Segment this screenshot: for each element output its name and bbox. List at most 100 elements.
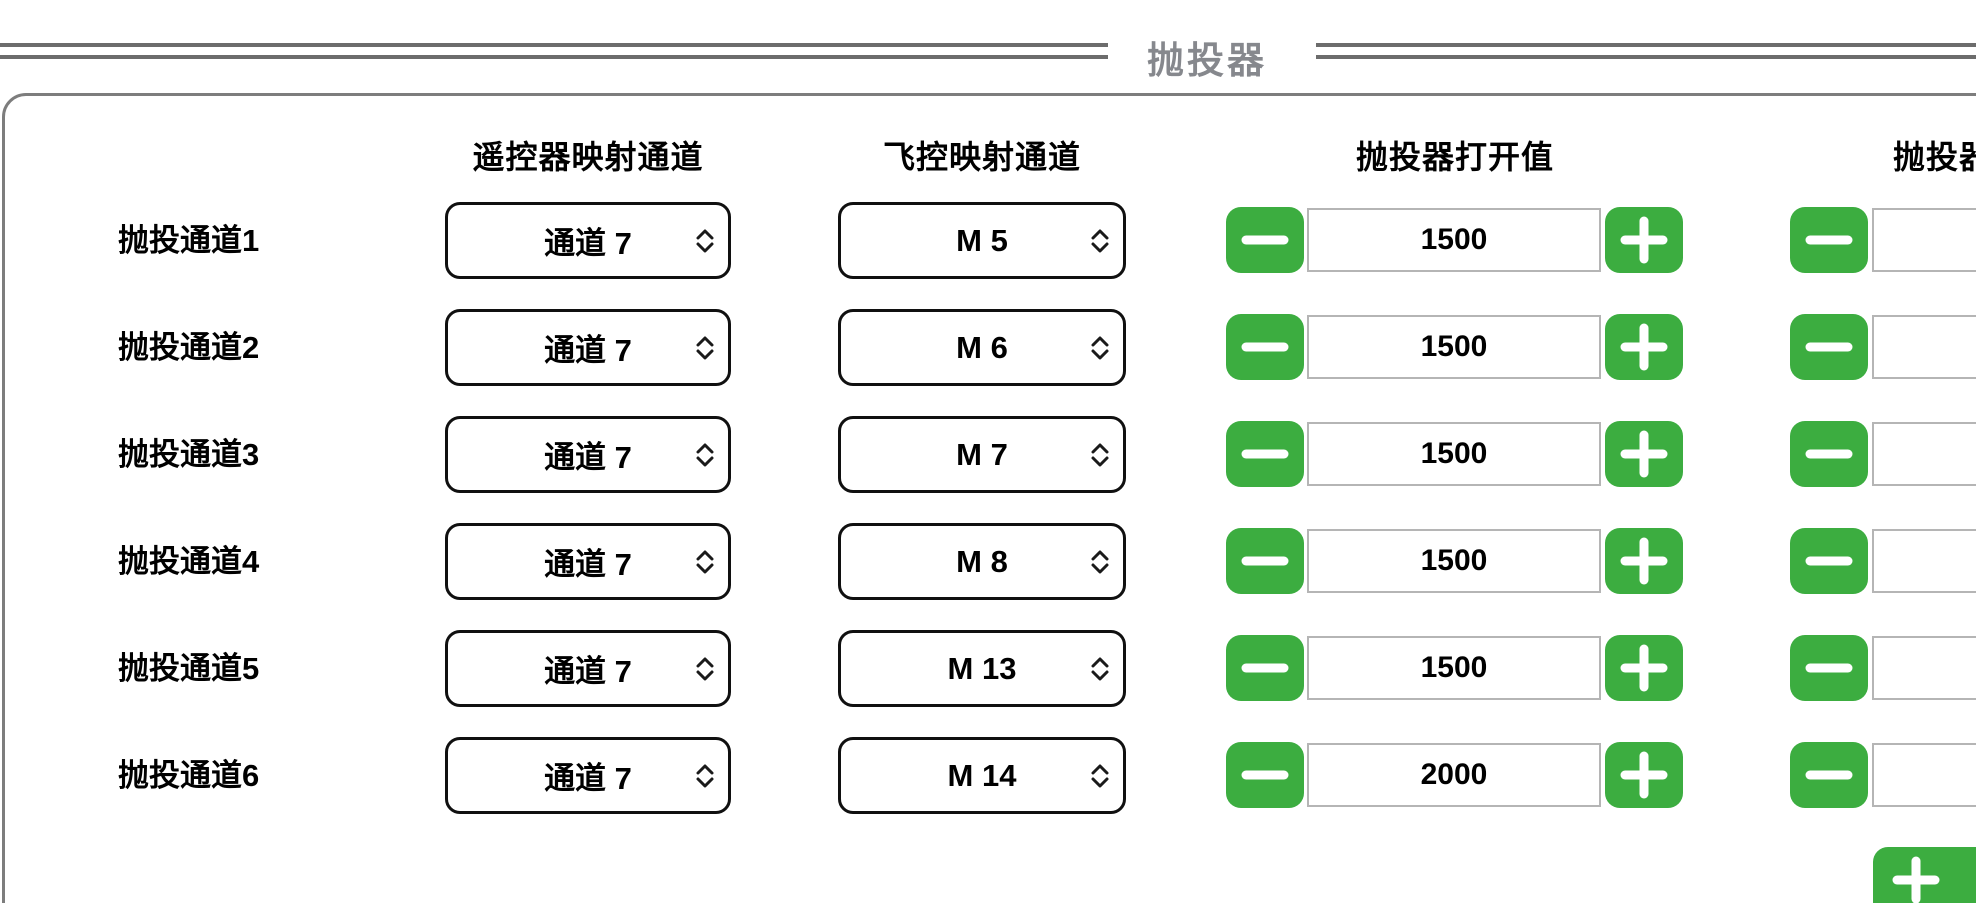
column-header-close-value: 抛投器关闭值 xyxy=(1893,139,1976,175)
title-rule-left xyxy=(0,43,1108,59)
open-value-decrease-button[interactable] xyxy=(1226,421,1304,487)
up-down-chevron-icon xyxy=(1089,227,1111,255)
fc-channel-select[interactable]: M 7 xyxy=(838,416,1126,493)
minus-icon xyxy=(1790,314,1868,380)
fc-channel-selected-value: M 13 xyxy=(948,651,1017,687)
up-down-chevron-icon xyxy=(1089,762,1111,790)
open-value-field[interactable]: 1500 xyxy=(1307,315,1601,379)
close-value-field[interactable] xyxy=(1872,208,1976,272)
rc-channel-selected-value: 通道 7 xyxy=(544,218,632,263)
channel-row-label: 抛投通道2 xyxy=(118,309,259,386)
open-value-field[interactable]: 1500 xyxy=(1307,636,1601,700)
plus-icon xyxy=(1605,742,1683,808)
rc-channel-select[interactable]: 通道 7 xyxy=(445,202,731,279)
up-down-chevron-icon xyxy=(694,227,716,255)
close-value-field[interactable] xyxy=(1872,315,1976,379)
plus-icon xyxy=(1605,421,1683,487)
open-value-field[interactable]: 2000 xyxy=(1307,743,1601,807)
rc-channel-selected-value: 通道 7 xyxy=(544,539,632,584)
rc-channel-select[interactable]: 通道 7 xyxy=(445,416,731,493)
minus-icon xyxy=(1226,528,1304,594)
up-down-chevron-icon xyxy=(694,762,716,790)
channel-row-label: 抛投通道3 xyxy=(118,416,259,493)
fc-channel-selected-value: M 8 xyxy=(956,544,1008,580)
fc-channel-select[interactable]: M 8 xyxy=(838,523,1126,600)
rc-channel-selected-value: 通道 7 xyxy=(544,325,632,370)
plus-icon xyxy=(1605,314,1683,380)
minus-icon xyxy=(1226,635,1304,701)
fc-channel-selected-value: M 7 xyxy=(956,437,1008,473)
minus-icon xyxy=(1226,742,1304,808)
channel-row: 抛投通道5 通道 7 M 13 1500 xyxy=(0,630,1976,707)
channel-row-label: 抛投通道5 xyxy=(118,630,259,707)
plus-icon xyxy=(1877,847,1955,903)
close-value-decrease-button[interactable] xyxy=(1790,421,1868,487)
up-down-chevron-icon xyxy=(694,655,716,683)
rc-channel-selected-value: 通道 7 xyxy=(544,646,632,691)
close-value-field[interactable] xyxy=(1872,422,1976,486)
minus-icon xyxy=(1226,314,1304,380)
open-value-increase-button[interactable] xyxy=(1605,207,1683,273)
fc-channel-selected-value: M 14 xyxy=(948,758,1017,794)
rc-channel-select[interactable]: 通道 7 xyxy=(445,523,731,600)
fc-channel-select[interactable]: M 6 xyxy=(838,309,1126,386)
open-value-decrease-button[interactable] xyxy=(1226,528,1304,594)
close-value-field[interactable] xyxy=(1872,743,1976,807)
open-value-field[interactable]: 1500 xyxy=(1307,208,1601,272)
column-header-rc-channel: 遥控器映射通道 xyxy=(472,139,703,175)
up-down-chevron-icon xyxy=(1089,334,1111,362)
rc-channel-select[interactable]: 通道 7 xyxy=(445,737,731,814)
fc-channel-select[interactable]: M 14 xyxy=(838,737,1126,814)
open-value-field[interactable]: 1500 xyxy=(1307,422,1601,486)
up-down-chevron-icon xyxy=(694,441,716,469)
channel-row-label: 抛投通道6 xyxy=(118,737,259,814)
page-title: 抛投器 xyxy=(1147,30,1267,84)
minus-icon xyxy=(1790,742,1868,808)
fc-channel-select[interactable]: M 13 xyxy=(838,630,1126,707)
close-value-decrease-button[interactable] xyxy=(1790,528,1868,594)
fc-channel-selected-value: M 6 xyxy=(956,330,1008,366)
open-value-decrease-button[interactable] xyxy=(1226,635,1304,701)
channel-row-label: 抛投通道4 xyxy=(118,523,259,600)
plus-icon xyxy=(1605,207,1683,273)
rc-channel-select[interactable]: 通道 7 xyxy=(445,630,731,707)
minus-icon xyxy=(1790,528,1868,594)
open-value-decrease-button[interactable] xyxy=(1226,742,1304,808)
minus-icon xyxy=(1790,421,1868,487)
close-value-decrease-button[interactable] xyxy=(1790,207,1868,273)
close-value-decrease-button[interactable] xyxy=(1790,742,1868,808)
open-value-increase-button[interactable] xyxy=(1605,421,1683,487)
add-button[interactable] xyxy=(1873,847,1976,903)
column-header-open-value: 抛投器打开值 xyxy=(1356,139,1554,175)
open-value-increase-button[interactable] xyxy=(1605,314,1683,380)
up-down-chevron-icon xyxy=(1089,441,1111,469)
open-value-decrease-button[interactable] xyxy=(1226,207,1304,273)
plus-icon xyxy=(1605,528,1683,594)
rc-channel-selected-value: 通道 7 xyxy=(544,753,632,798)
fc-channel-select[interactable]: M 5 xyxy=(838,202,1126,279)
open-value-decrease-button[interactable] xyxy=(1226,314,1304,380)
channel-row: 抛投通道2 通道 7 M 6 1500 xyxy=(0,309,1976,386)
channel-row: 抛投通道6 通道 7 M 14 2000 xyxy=(0,737,1976,814)
title-rule-right xyxy=(1316,43,1976,59)
close-value-decrease-button[interactable] xyxy=(1790,314,1868,380)
up-down-chevron-icon xyxy=(1089,655,1111,683)
channel-row: 抛投通道1 通道 7 M 5 1500 xyxy=(0,202,1976,279)
up-down-chevron-icon xyxy=(1089,548,1111,576)
minus-icon xyxy=(1226,421,1304,487)
up-down-chevron-icon xyxy=(694,548,716,576)
open-value-field[interactable]: 1500 xyxy=(1307,529,1601,593)
close-value-field[interactable] xyxy=(1872,529,1976,593)
minus-icon xyxy=(1226,207,1304,273)
close-value-decrease-button[interactable] xyxy=(1790,635,1868,701)
up-down-chevron-icon xyxy=(694,334,716,362)
rc-channel-selected-value: 通道 7 xyxy=(544,432,632,477)
app-window: 抛投器 遥控器映射通道 飞控映射通道 抛投器打开值 抛投器关闭值 抛投通道1 通… xyxy=(0,0,1976,903)
close-value-field[interactable] xyxy=(1872,636,1976,700)
open-value-increase-button[interactable] xyxy=(1605,528,1683,594)
open-value-increase-button[interactable] xyxy=(1605,742,1683,808)
fc-channel-selected-value: M 5 xyxy=(956,223,1008,259)
rc-channel-select[interactable]: 通道 7 xyxy=(445,309,731,386)
open-value-increase-button[interactable] xyxy=(1605,635,1683,701)
channel-row: 抛投通道3 通道 7 M 7 1500 xyxy=(0,416,1976,493)
